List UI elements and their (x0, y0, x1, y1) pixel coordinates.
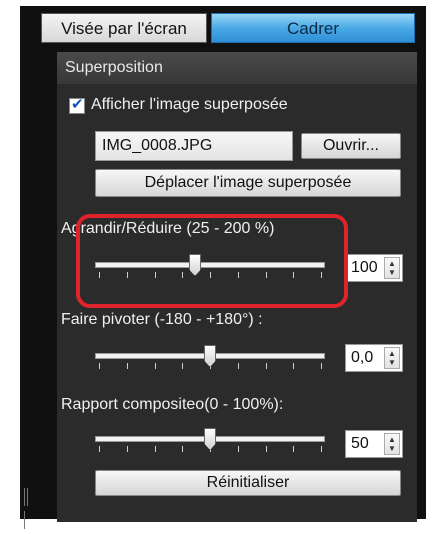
slider-tick (210, 272, 211, 278)
slider-tick (293, 272, 294, 278)
zoom-label: Agrandir/Réduire (25 - 200 %) (61, 220, 275, 237)
slider-track (95, 262, 325, 268)
composite-label: Rapport compositeo(0 - 100%): (61, 396, 284, 413)
composite-value[interactable]: 50 (351, 435, 369, 453)
show-overlay-label: Afficher l'image superposée (91, 96, 288, 113)
slider-tick (155, 363, 156, 369)
show-overlay-checkbox[interactable] (69, 95, 85, 114)
slider-tick (321, 272, 322, 278)
slider-tick (238, 363, 239, 369)
tab-live-view[interactable]: Visée par l'écran (41, 13, 207, 43)
slider-tick (155, 272, 156, 278)
slider-tick (182, 363, 183, 369)
rotate-slider[interactable] (95, 345, 325, 375)
zoom-spinbox[interactable]: 100 ▲ ▼ (345, 254, 403, 282)
slider-tick (127, 272, 128, 278)
slider-tick (127, 446, 128, 452)
slider-tick (293, 446, 294, 452)
slider-tick (266, 272, 267, 278)
overlay-filename-field[interactable]: IMG_0008.JPG (95, 131, 293, 161)
open-file-button[interactable]: Ouvrir... (301, 133, 401, 159)
zoom-slider[interactable] (95, 254, 325, 284)
slider-tick (266, 363, 267, 369)
slider-tick (99, 272, 100, 278)
slider-tick (99, 446, 100, 452)
resize-grip[interactable] (24, 488, 32, 529)
rotate-value[interactable]: 0,0 (351, 349, 373, 367)
slider-tick (293, 363, 294, 369)
slider-tick (321, 363, 322, 369)
slider-tick (182, 272, 183, 278)
slider-tick (238, 272, 239, 278)
slider-tick (266, 446, 267, 452)
slider-ticks (95, 272, 325, 278)
composite-spinbox[interactable]: 50 ▲ ▼ (345, 430, 403, 458)
slider-tick (238, 446, 239, 452)
spin-arrows[interactable]: ▲ ▼ (384, 433, 400, 455)
reset-button[interactable]: Réinitialiser (95, 470, 401, 496)
slider-tick (155, 446, 156, 452)
slider-tick (99, 363, 100, 369)
tab-frame[interactable]: Cadrer (211, 13, 415, 43)
overlay-window: Visée par l'écran Cadrer Superposition A… (20, 6, 426, 529)
overlay-panel: Superposition Afficher l'image superposé… (57, 52, 417, 522)
panel-title: Superposition (57, 52, 417, 84)
rotate-spinbox[interactable]: 0,0 ▲ ▼ (345, 344, 403, 372)
move-overlay-button[interactable]: Déplacer l'image superposée (95, 169, 401, 197)
zoom-value[interactable]: 100 (351, 259, 378, 277)
composite-slider[interactable] (95, 428, 325, 458)
slider-tick (127, 363, 128, 369)
spin-arrows[interactable]: ▲ ▼ (384, 257, 400, 279)
slider-tick (182, 446, 183, 452)
spin-arrows[interactable]: ▲ ▼ (384, 347, 400, 369)
rotate-label: Faire pivoter (-180 - +180°) : (61, 311, 263, 328)
slider-tick (321, 446, 322, 452)
